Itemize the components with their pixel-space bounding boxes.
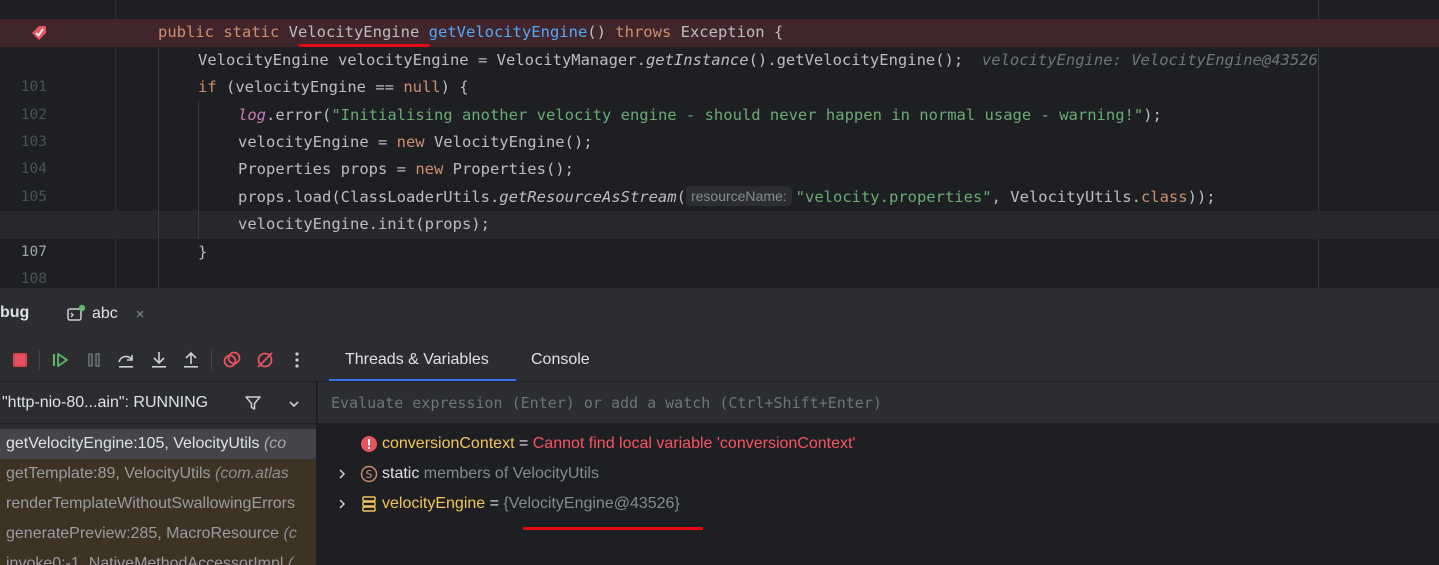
toolbar-separator bbox=[39, 350, 40, 370]
variable-row-field[interactable]: velocityEngine = {VelocityEngine@43526} bbox=[318, 489, 1439, 519]
stack-frame[interactable]: generatePreview:285, MacroResource (c bbox=[0, 519, 316, 549]
variable-text: static members of VelocityUtils bbox=[382, 465, 599, 482]
indent-guide bbox=[158, 47, 159, 287]
breakpoint-icon[interactable] bbox=[30, 24, 48, 42]
code-line-103[interactable]: 103 log.error("Initialising another velo… bbox=[0, 102, 1439, 150]
debug-tool-window-header: bug abc × bbox=[0, 287, 1439, 337]
close-icon[interactable]: × bbox=[136, 306, 145, 323]
chevron-down-icon[interactable] bbox=[287, 397, 301, 411]
thread-label: "http-nio-80...ain": RUNNING bbox=[2, 394, 209, 411]
code-line-105[interactable]: 105 Properties props = new Properties(); bbox=[0, 156, 1439, 204]
step-over-icon[interactable] bbox=[116, 350, 136, 370]
variable-row-error[interactable]: conversionContext = Cannot find local va… bbox=[318, 429, 1439, 459]
variables-panel: Evaluate expression (Enter) or add a wat… bbox=[318, 382, 1439, 565]
frames-panel: "http-nio-80...ain": RUNNING getVelocity… bbox=[0, 382, 317, 565]
svg-text:S: S bbox=[366, 468, 373, 481]
code-text: Properties props = new Properties(); bbox=[238, 160, 574, 179]
variable-text: conversionContext = Cannot find local va… bbox=[382, 435, 856, 452]
code-text: props.load(ClassLoaderUtils.getResourceA… bbox=[238, 185, 1216, 206]
static-members-icon: S bbox=[360, 465, 378, 483]
evaluate-expression-input[interactable]: Evaluate expression (Enter) or add a wat… bbox=[318, 382, 1439, 424]
code-line-102[interactable]: 102 if (velocityEngine == null) { bbox=[0, 74, 1439, 122]
tab-console[interactable]: Console bbox=[531, 351, 590, 369]
field-icon bbox=[362, 496, 376, 512]
inline-debug-value: velocityEngine: VelocityEngine@43526 bbox=[981, 50, 1318, 69]
method-signature: public static VelocityEngine getVelocity… bbox=[158, 23, 784, 42]
indent-guide bbox=[198, 101, 199, 239]
run-config-icon bbox=[67, 304, 86, 321]
parameter-hint: resourceName: bbox=[685, 185, 792, 206]
step-into-icon[interactable] bbox=[149, 350, 169, 370]
code-line-99[interactable]: 99 bbox=[0, 0, 1439, 40]
evaluate-placeholder: Evaluate expression (Enter) or add a wat… bbox=[331, 394, 882, 412]
error-icon bbox=[361, 436, 377, 452]
step-out-icon[interactable] bbox=[181, 350, 201, 370]
tool-window-title: bug bbox=[0, 304, 30, 321]
code-text: VelocityEngine velocityEngine = Velocity… bbox=[198, 50, 1318, 69]
active-tab-indicator bbox=[329, 379, 516, 381]
chevron-right-icon[interactable] bbox=[337, 469, 347, 479]
tab-threads-variables[interactable]: Threads & Variables bbox=[345, 351, 489, 369]
code-text: velocityEngine.init(props); bbox=[238, 215, 490, 234]
chevron-right-icon[interactable] bbox=[337, 499, 347, 509]
code-line-106[interactable]: 106 props.load(ClassLoaderUtils.getResou… bbox=[0, 184, 1439, 232]
code-line-109[interactable]: 109 bbox=[0, 266, 1439, 287]
mute-breakpoints-icon[interactable] bbox=[255, 350, 275, 370]
stop-icon[interactable] bbox=[10, 350, 30, 370]
view-breakpoints-icon[interactable] bbox=[222, 350, 242, 370]
toolbar-separator bbox=[211, 350, 212, 370]
stack-frame[interactable]: getTemplate:89, VelocityUtils (com.atlas bbox=[0, 459, 316, 489]
variable-text: velocityEngine = {VelocityEngine@43526} bbox=[382, 495, 680, 512]
session-tab-label: abc bbox=[92, 305, 118, 322]
thread-selector[interactable]: "http-nio-80...ain": RUNNING bbox=[0, 382, 316, 424]
code-line-101[interactable]: 101 VelocityEngine velocityEngine = Velo… bbox=[0, 47, 1439, 95]
stack-frame[interactable]: getVelocityEngine:105, VelocityUtils (co bbox=[0, 429, 316, 459]
stack-frame[interactable]: renderTemplateWithoutSwallowingErrors bbox=[0, 489, 316, 519]
code-text: velocityEngine = new VelocityEngine(); bbox=[238, 133, 593, 151]
code-text: log.error("Initialising another velocity… bbox=[238, 105, 1162, 124]
code-line-104[interactable]: 104 velocityEngine = new VelocityEngine(… bbox=[0, 129, 1439, 177]
more-options-icon[interactable] bbox=[287, 350, 307, 370]
annotation-underline-value bbox=[523, 527, 703, 530]
session-tab-abc[interactable]: abc × bbox=[66, 303, 145, 325]
code-line-108[interactable]: 108 } bbox=[0, 239, 1439, 287]
pause-icon[interactable] bbox=[84, 350, 104, 370]
code-line-107[interactable]: 107 velocityEngine.init(props); bbox=[0, 211, 1439, 260]
code-text: if (velocityEngine == null) { bbox=[198, 78, 469, 97]
filter-icon[interactable] bbox=[244, 394, 262, 412]
code-editor[interactable]: 99 public static VelocityEngine getVeloc… bbox=[0, 0, 1439, 287]
resume-icon[interactable] bbox=[50, 350, 70, 370]
code-text: } bbox=[198, 242, 208, 261]
code-line-100[interactable]: public static VelocityEngine getVelocity… bbox=[0, 19, 1439, 47]
debug-toolbar: Threads & Variables Console bbox=[0, 337, 1439, 382]
variable-row-static[interactable]: S static members of VelocityUtils bbox=[318, 459, 1439, 489]
stack-frame[interactable]: invoke0:-1, NativeMethodAccessorImpl ( bbox=[0, 549, 316, 565]
